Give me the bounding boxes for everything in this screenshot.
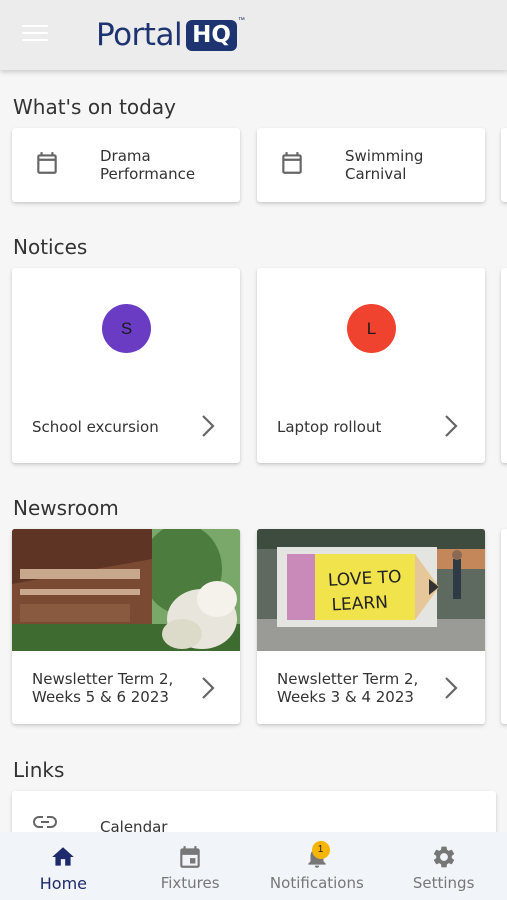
logo-badge: HQ [186,19,237,51]
nav-notifications[interactable]: 1 Notifications [254,832,381,900]
news-label: Newsletter Term 2, Weeks 3 & 4 2023 [277,670,419,706]
svg-text:LEARN: LEARN [331,593,388,616]
svg-text:LOVE TO: LOVE TO [328,567,402,591]
avatar-initial: S [120,318,133,338]
nav-label: Notifications [269,874,364,892]
news-label: Newsletter Term 2, Weeks 5 & 6 2023 [32,670,174,706]
portal-hq-logo: Portal HQ ™ [96,17,245,53]
today-card-partial[interactable] [501,128,507,202]
notice-card-partial[interactable] [501,268,507,463]
nav-label: Home [39,874,87,893]
section-title-links: Links [13,758,65,782]
notice-card[interactable]: L Laptop rollout [257,268,485,463]
nav-label: Settings [412,874,475,892]
gear-icon [433,846,454,868]
nav-fixtures[interactable]: Fixtures [127,832,254,900]
today-card-label: Swimming Carnival [345,147,424,183]
section-title-newsroom: Newsroom [13,496,119,520]
today-card-label: Drama Performance [100,147,196,183]
avatar: L [347,304,396,353]
home-icon [52,847,75,866]
notice-label: School excursion [32,418,159,436]
logo-text: Portal [96,17,183,53]
news-card[interactable]: LOVE TO LEARN Newsletter Term 2, Weeks 3… [257,529,485,724]
notification-badge: 1 [311,841,330,859]
nav-home[interactable]: Home [0,832,127,900]
calendar-icon [282,152,302,174]
link-icon [33,816,57,828]
avatar-initial: L [366,318,377,338]
menu-icon[interactable] [22,25,48,47]
notice-label: Laptop rollout [277,418,382,436]
chevron-right-icon [445,415,458,437]
section-title-today: What's on today [13,95,176,119]
today-card[interactable]: Drama Performance [12,128,240,202]
chevron-right-icon [445,677,458,699]
news-image [12,529,240,651]
nav-label: Fixtures [160,874,220,892]
news-card[interactable]: Newsletter Term 2, Weeks 5 & 6 2023 [12,529,240,724]
app-bar: Portal HQ ™ [0,0,507,70]
calendar-icon [37,152,57,174]
avatar: S [102,304,151,353]
logo-trademark: ™ [237,17,245,24]
chevron-right-icon [202,415,215,437]
notice-card[interactable]: S School excursion [12,268,240,463]
calendar-icon [180,846,200,868]
today-card[interactable]: Swimming Carnival [257,128,485,202]
chevron-right-icon [202,677,215,699]
nav-settings[interactable]: Settings [380,832,507,900]
news-card-partial[interactable] [501,529,507,724]
bottom-nav: Home Fixtures 1 Notifications Settings [0,832,507,900]
section-title-notices: Notices [13,235,88,259]
news-image: LOVE TO LEARN [257,529,485,651]
